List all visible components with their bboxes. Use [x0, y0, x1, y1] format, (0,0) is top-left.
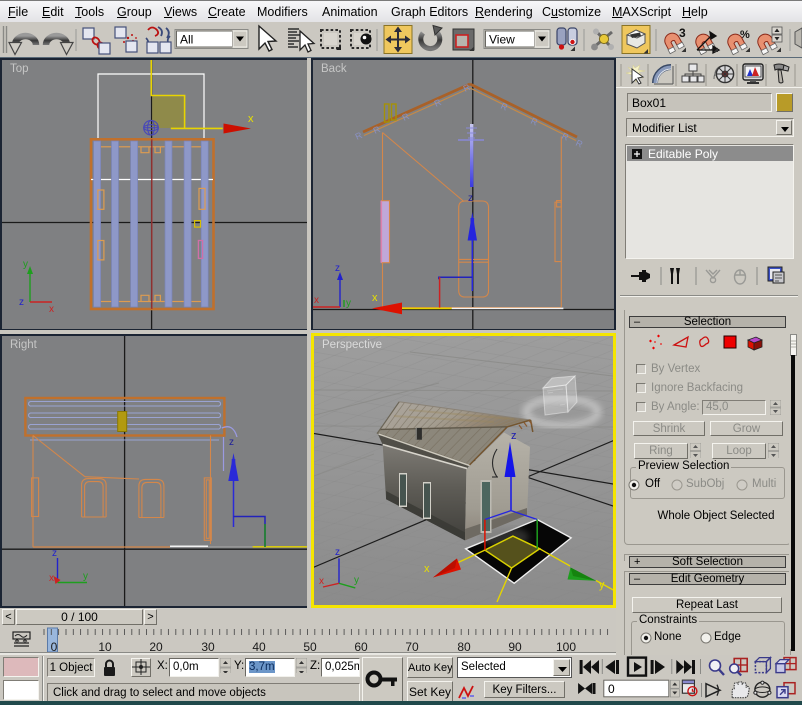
svg-text:z: z [19, 297, 24, 308]
svg-text:y: y [23, 259, 28, 270]
svg-text:y: y [599, 579, 605, 591]
svg-text:%: % [740, 29, 750, 41]
svg-text:R: R [574, 138, 585, 150]
svg-text:R: R [354, 130, 365, 142]
svg-text:z: z [335, 263, 340, 274]
svg-text:z: z [468, 193, 473, 204]
svg-text:z: z [511, 430, 517, 442]
svg-text:z: z [335, 547, 340, 558]
svg-text:y: y [346, 298, 351, 309]
svg-text:x: x [424, 563, 430, 575]
svg-text:All: All [180, 33, 193, 47]
svg-text:x: x [314, 295, 319, 306]
svg-text:x: x [248, 113, 254, 125]
svg-text:x: x [49, 573, 54, 584]
svg-text:3: 3 [679, 26, 686, 40]
svg-text:x: x [372, 292, 378, 304]
svg-text:y: y [354, 575, 359, 586]
svg-text:z: z [52, 548, 57, 559]
svg-text:x: x [49, 304, 54, 315]
svg-text:0: 0 [608, 682, 615, 696]
svg-text:R: R [433, 97, 444, 109]
svg-text:z: z [229, 437, 234, 448]
svg-text:y: y [83, 571, 88, 582]
svg-text:View: View [489, 33, 515, 47]
svg-text:x: x [319, 576, 324, 587]
